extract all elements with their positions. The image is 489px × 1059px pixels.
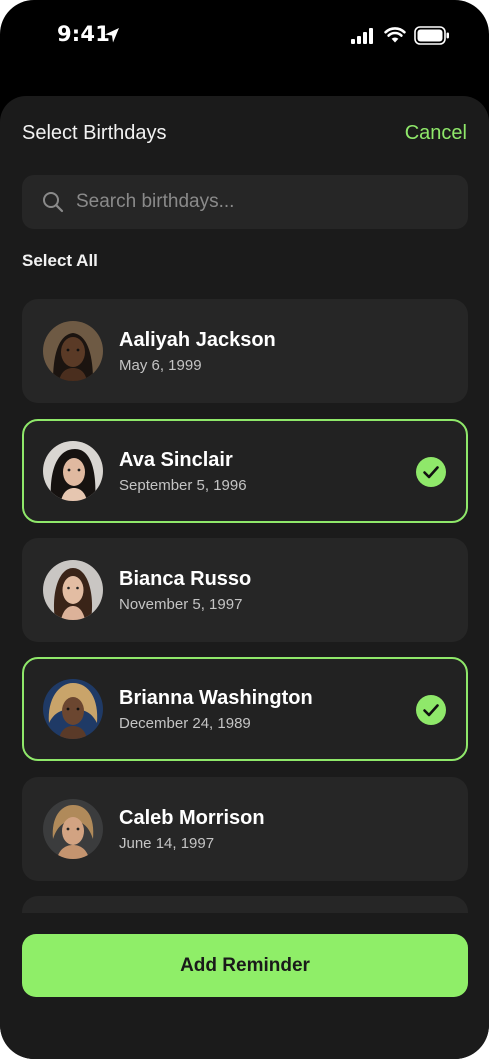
wifi-icon (384, 27, 406, 43)
birthday-name: Ava Sinclair (119, 449, 233, 471)
birthday-item-caleb-morrison[interactable]: Caleb Morrison June 14, 1997 (22, 777, 468, 881)
select-all-button[interactable]: Select All (22, 251, 98, 271)
phone-screen: 9:41 Select Birthdays Cancel Search birt… (0, 0, 489, 1059)
avatar (43, 441, 103, 501)
search-bar[interactable] (22, 175, 468, 229)
select-birthdays-sheet: Select Birthdays Cancel Select All Aali (0, 96, 489, 1059)
avatar (43, 799, 103, 859)
birthday-item-aaliyah-jackson[interactable]: Aaliyah Jackson May 6, 1999 (22, 299, 468, 403)
cellular-signal-icon (351, 28, 373, 44)
birthday-item-bianca-russo[interactable]: Bianca Russo November 5, 1997 (22, 538, 468, 642)
birthday-name: Aaliyah Jackson (119, 329, 276, 351)
location-arrow-icon (105, 28, 119, 43)
checkmark-icon (416, 695, 446, 725)
sheet-title: Select Birthdays (22, 122, 167, 144)
birthday-list: Aaliyah Jackson May 6, 1999 Ava Sinclair… (0, 299, 489, 913)
checkmark-icon (416, 457, 446, 487)
add-reminder-button[interactable]: Add Reminder (22, 934, 468, 997)
search-icon (43, 192, 64, 213)
birthday-date: November 5, 1997 (119, 596, 243, 613)
list-item-partial (22, 896, 468, 913)
birthday-name: Brianna Washington (119, 687, 313, 709)
battery-icon (414, 26, 449, 45)
birthday-date: September 5, 1996 (119, 477, 247, 494)
birthday-name: Bianca Russo (119, 568, 252, 590)
search-input[interactable] (76, 175, 456, 229)
birthday-date: June 14, 1997 (119, 835, 215, 852)
status-bar: 9:41 (0, 0, 489, 72)
birthday-date: May 6, 1999 (119, 357, 202, 374)
birthday-date: December 24, 1989 (119, 715, 251, 732)
avatar (43, 560, 103, 620)
birthday-name: Caleb Morrison (119, 807, 265, 829)
birthday-item-brianna-washington[interactable]: Brianna Washington December 24, 1989 (22, 657, 468, 761)
avatar (43, 679, 103, 739)
avatar (43, 321, 103, 381)
birthday-item-ava-sinclair[interactable]: Ava Sinclair September 5, 1996 (22, 419, 468, 523)
cancel-button[interactable]: Cancel (405, 122, 467, 145)
